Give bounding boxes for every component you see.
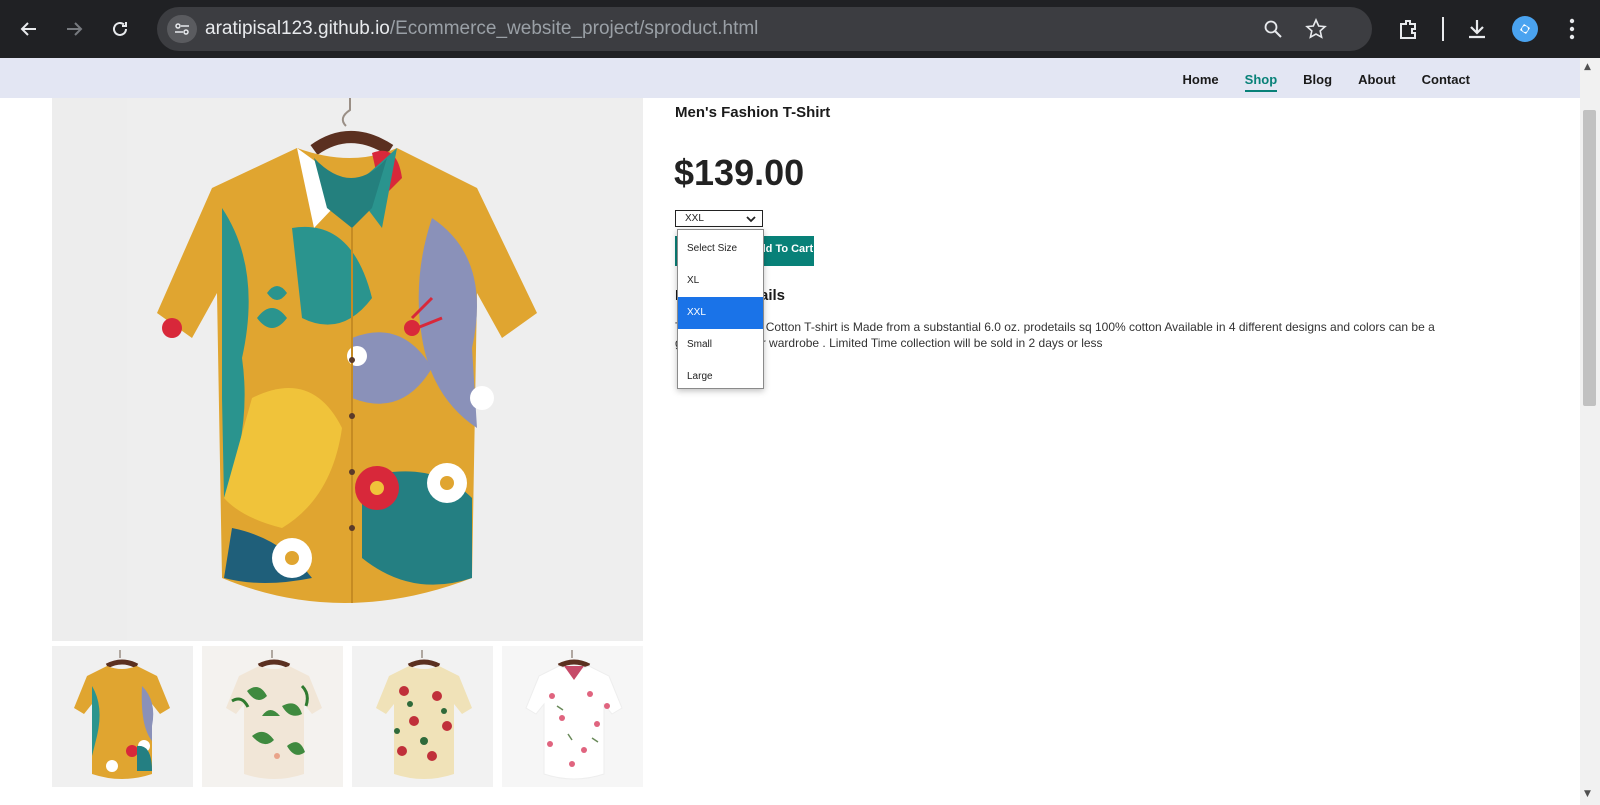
thumbnail-1[interactable] xyxy=(52,646,193,787)
chevron-down-icon xyxy=(745,211,757,228)
bookmark-star-icon[interactable] xyxy=(1302,15,1330,43)
site-navbar: Home Shop Blog About Contact xyxy=(0,58,1580,98)
nav-link-contact[interactable]: Contact xyxy=(1422,72,1470,87)
url-text[interactable]: aratipisal123.github.io/Ecommerce_websit… xyxy=(205,18,758,40)
size-option-select-size[interactable]: Select Size xyxy=(678,233,763,265)
profile-avatar[interactable] xyxy=(1509,13,1541,45)
size-option-xxl[interactable]: XXL xyxy=(678,297,763,329)
scroll-up-arrow-icon[interactable]: ▲ xyxy=(1584,62,1591,72)
size-dropdown-list: Select Size XL XXL Small Large xyxy=(677,229,764,389)
product-title: Men's Fashion T-Shirt xyxy=(675,104,831,121)
size-option-xl[interactable]: XL xyxy=(678,265,763,297)
back-icon[interactable] xyxy=(13,13,45,45)
download-icon[interactable] xyxy=(1461,13,1493,45)
nav-link-shop[interactable]: Shop xyxy=(1244,72,1277,92)
product-price: $139.00 xyxy=(674,152,805,193)
url-domain: aratipisal123.github.io xyxy=(205,18,390,39)
nav-item-blog: Blog xyxy=(1303,69,1332,88)
size-option-small[interactable]: Small xyxy=(678,329,763,361)
zoom-icon[interactable] xyxy=(1259,15,1287,43)
reload-icon[interactable] xyxy=(104,13,136,45)
browser-toolbar: aratipisal123.github.io/Ecommerce_websit… xyxy=(0,0,1600,58)
main-product-image xyxy=(52,98,643,641)
toolbar-divider xyxy=(1442,17,1444,41)
thumbnail-2[interactable] xyxy=(202,646,343,787)
nav-item-home: Home xyxy=(1183,69,1219,88)
forward-icon[interactable] xyxy=(58,13,90,45)
thumbnail-3[interactable] xyxy=(352,646,493,787)
site-info-icon[interactable] xyxy=(167,15,197,43)
size-option-large[interactable]: Large xyxy=(678,361,763,393)
nav-list: Home Shop Blog About Contact xyxy=(1183,69,1470,92)
nav-link-blog[interactable]: Blog xyxy=(1303,72,1332,87)
scroll-down-arrow-icon[interactable]: ▼ xyxy=(1584,789,1591,799)
size-select[interactable]: XXL xyxy=(675,210,763,227)
address-bar[interactable]: aratipisal123.github.io/Ecommerce_websit… xyxy=(157,7,1372,51)
url-path: /Ecommerce_website_project/sproduct.html xyxy=(389,18,759,39)
scrollbar-thumb[interactable] xyxy=(1583,110,1596,406)
product-details-text: The Gildan Ultra Cotton T-shirt is Made … xyxy=(675,320,1435,350)
nav-item-about: About xyxy=(1358,69,1396,88)
nav-link-home[interactable]: Home xyxy=(1183,72,1219,87)
extensions-icon[interactable] xyxy=(1393,13,1425,45)
nav-item-contact: Contact xyxy=(1422,69,1470,88)
size-select-value: XXL xyxy=(685,213,704,224)
menu-icon[interactable] xyxy=(1556,13,1588,45)
thumbnail-4[interactable] xyxy=(502,646,643,787)
nav-item-shop: Shop xyxy=(1244,69,1277,92)
nav-link-about[interactable]: About xyxy=(1358,72,1396,87)
